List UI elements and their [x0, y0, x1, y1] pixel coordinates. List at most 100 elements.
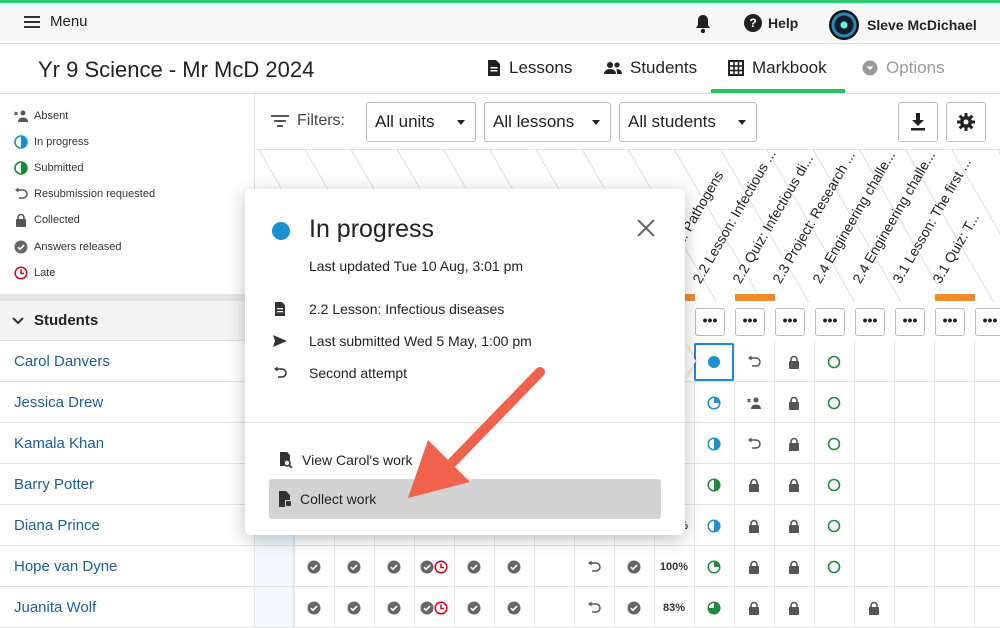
lessons-select[interactable]: All lessons [484, 102, 611, 142]
document-icon [488, 60, 500, 76]
grid-cell[interactable] [614, 546, 654, 587]
bell-icon[interactable] [694, 14, 712, 34]
units-select[interactable]: All units [366, 102, 476, 142]
grid-cell[interactable] [734, 382, 774, 423]
user-menu[interactable]: Sleve McDichael [829, 10, 977, 40]
late-clock-icon [434, 600, 448, 615]
help-button[interactable]: ? Help [744, 14, 798, 32]
page-header: Yr 9 Science - Mr McD 2024 Lessons Stude… [0, 44, 1000, 94]
collect-work-button[interactable]: Collect work [269, 479, 661, 519]
student-row[interactable]: Carol Danvers [0, 341, 254, 382]
grid-cell[interactable] [734, 546, 774, 587]
grid-cell[interactable] [774, 341, 814, 382]
grid-cell[interactable] [814, 546, 854, 587]
percentage-cell[interactable]: 100% [654, 546, 694, 587]
close-icon[interactable] [635, 217, 657, 239]
column-actions-button[interactable]: ••• [975, 308, 1000, 336]
grid-cell[interactable] [694, 464, 734, 505]
legend-in-progress: In progress [14, 135, 89, 149]
menu-button[interactable]: Menu [24, 13, 88, 30]
grid-cell[interactable] [854, 587, 894, 628]
grid-cell[interactable] [814, 341, 854, 382]
student-row[interactable]: Diana Prince [0, 505, 254, 546]
column-actions-button[interactable]: ••• [935, 308, 965, 336]
grid-cell[interactable] [774, 423, 814, 464]
grid-cell[interactable] [294, 546, 334, 587]
download-button[interactable] [898, 102, 938, 142]
lock-icon [787, 560, 801, 574]
grid-cell[interactable] [734, 423, 774, 464]
tab-lessons[interactable]: Lessons [487, 58, 572, 78]
submitted-icon [707, 477, 721, 492]
grid-cell[interactable] [374, 546, 414, 587]
legend-submitted: Submitted [14, 161, 84, 175]
grid-cell[interactable] [814, 505, 854, 546]
avatar [829, 10, 859, 40]
grid-cell[interactable] [374, 587, 414, 628]
students-select[interactable]: All students [619, 102, 757, 142]
grid-cell[interactable] [734, 587, 774, 628]
grid-cell[interactable] [814, 423, 854, 464]
grid-col-line [934, 341, 935, 628]
grid-cell[interactable] [414, 587, 454, 628]
selected-cell[interactable] [694, 343, 734, 381]
grid-cell[interactable] [814, 382, 854, 423]
popup-attempt-line: Second attempt [273, 365, 407, 381]
grid-cell[interactable] [734, 464, 774, 505]
grid-cell[interactable] [774, 382, 814, 423]
grid-cell[interactable] [294, 587, 334, 628]
grid-cell[interactable] [774, 546, 814, 587]
grid-cell[interactable] [614, 587, 654, 628]
grid-cell[interactable] [334, 546, 374, 587]
not-started-icon [827, 560, 841, 574]
percentage-cell[interactable]: 83% [654, 587, 694, 628]
students-header[interactable]: Students [0, 301, 254, 341]
column-actions-button[interactable]: ••• [815, 308, 845, 336]
grid-cell[interactable] [494, 546, 534, 587]
column-actions-button[interactable]: ••• [775, 308, 805, 336]
lock-icon [787, 601, 801, 615]
grid-cell[interactable] [814, 464, 854, 505]
grid-cell[interactable] [454, 587, 494, 628]
grid-cell[interactable] [694, 382, 734, 423]
student-row[interactable]: Barry Potter [0, 464, 254, 505]
student-row[interactable]: Jessica Drew [0, 382, 254, 423]
grid-cell[interactable] [774, 587, 814, 628]
grid-cell[interactable] [734, 505, 774, 546]
grid-cell[interactable] [694, 546, 734, 587]
submitted-icon [707, 559, 721, 574]
tab-markbook[interactable]: Markbook [728, 58, 827, 78]
tab-students[interactable]: Students [604, 58, 697, 78]
tab-options[interactable]: Options [862, 58, 945, 78]
grid-cell[interactable] [574, 587, 614, 628]
legend-label: Absent [34, 110, 69, 122]
grid-cell[interactable] [774, 505, 814, 546]
grid-cell[interactable] [694, 505, 734, 546]
grid-cell[interactable] [334, 587, 374, 628]
check-circle-icon [627, 601, 641, 615]
grid-cell[interactable] [774, 464, 814, 505]
column-actions-button[interactable]: ••• [695, 308, 725, 336]
resubmit-icon [587, 601, 601, 615]
grid-cell[interactable] [574, 546, 614, 587]
grid-cell[interactable] [454, 546, 494, 587]
view-document-icon [280, 452, 293, 468]
popup-updated: Last updated Tue 10 Aug, 3:01 pm [309, 258, 524, 274]
lock-icon [867, 601, 881, 615]
grid-cell[interactable] [694, 587, 734, 628]
grid-cell[interactable] [694, 423, 734, 464]
grid-cell[interactable] [734, 341, 774, 382]
column-actions-button[interactable]: ••• [855, 308, 885, 336]
grid-col-line [854, 341, 855, 628]
lock-icon [747, 519, 761, 533]
percentage-value: 100% [659, 560, 689, 573]
student-row[interactable]: Kamala Khan [0, 423, 254, 464]
column-actions-button[interactable]: ••• [735, 308, 765, 336]
student-row[interactable]: Juanita Wolf [0, 587, 254, 628]
grid-cell[interactable] [494, 587, 534, 628]
student-row[interactable]: Hope van Dyne [0, 546, 254, 587]
grid-cell[interactable] [414, 546, 454, 587]
view-work-button[interactable]: View Carol's work [269, 440, 661, 480]
settings-button[interactable] [946, 102, 986, 142]
column-actions-button[interactable]: ••• [895, 308, 925, 336]
